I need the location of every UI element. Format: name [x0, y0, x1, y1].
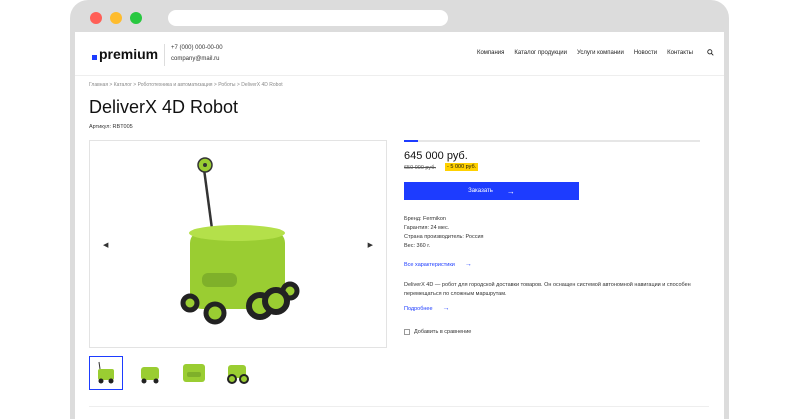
header-divider [164, 44, 165, 66]
address-bar[interactable] [168, 10, 448, 26]
nav-services[interactable]: Услуги компании [577, 50, 624, 56]
search-icon[interactable] [707, 49, 714, 56]
thumbnail[interactable] [221, 356, 255, 390]
checkbox-icon[interactable] [404, 329, 410, 335]
arrow-right-icon: → [442, 305, 450, 312]
thumbnail-strip [89, 356, 255, 390]
close-dot[interactable] [90, 12, 102, 24]
logo-text: premium [99, 46, 159, 62]
all-specs-link[interactable]: Все характеристики → [404, 261, 472, 268]
gallery-next-icon[interactable]: ▶ [368, 241, 373, 249]
logo-mark-icon [92, 54, 97, 60]
minimize-dot[interactable] [110, 12, 122, 24]
price: 645 000 руб. [404, 150, 468, 162]
robot-thumb-image [141, 367, 159, 384]
page-title: DeliverX 4D Robot [89, 97, 239, 117]
more-label: Подробнее [404, 305, 433, 312]
nav-contacts[interactable]: Контакты [667, 50, 693, 56]
window-controls [90, 12, 142, 24]
spec-brand: Бренд: Fermikon [404, 216, 446, 222]
header-contacts: +7 (000) 000-00-00 company@mail.ru [171, 43, 223, 65]
nav-catalog[interactable]: Каталог продукции [514, 50, 567, 56]
robot-image [180, 157, 300, 325]
breadcrumb[interactable]: Главная > Каталог > Робототехника и авто… [89, 82, 283, 88]
product-gallery: ◀ ▶ [89, 140, 387, 348]
email[interactable]: company@mail.ru [171, 54, 223, 65]
spec-warranty: Гарантия: 24 мес. [404, 225, 450, 231]
arrow-right-icon: → [464, 261, 472, 268]
nav-company[interactable]: Компания [477, 50, 504, 56]
compare-label: Добавить в сравнение [414, 329, 472, 335]
spec-weight: Вес: 360 г. [404, 243, 431, 249]
all-specs-label: Все характеристики [404, 261, 455, 268]
more-link[interactable]: Подробнее → [404, 305, 450, 312]
maximize-dot[interactable] [130, 12, 142, 24]
main-nav: Компания Каталог продукции Услуги компан… [467, 49, 714, 56]
arrow-right-icon: → [506, 186, 515, 196]
thumbnail[interactable] [133, 356, 167, 390]
browser-window: premium +7 (000) 000-00-00 company@mail.… [70, 0, 729, 419]
panel-top-bar [404, 140, 700, 142]
site-header: premium +7 (000) 000-00-00 company@mail.… [75, 32, 724, 76]
old-price: 650 000 руб. [404, 165, 436, 171]
nav-news[interactable]: Новости [634, 50, 657, 56]
product-description: DeliverX 4D — робот для городской достав… [404, 282, 691, 297]
order-button[interactable]: Заказать → [404, 182, 579, 200]
gallery-prev-icon[interactable]: ◀ [103, 241, 108, 249]
thumbnail[interactable] [89, 356, 123, 390]
phone[interactable]: +7 (000) 000-00-00 [171, 43, 223, 54]
robot-thumb-image [227, 365, 249, 384]
web-page: premium +7 (000) 000-00-00 company@mail.… [75, 32, 724, 419]
spec-country: Страна производитель: Россия [404, 234, 484, 240]
robot-thumb-image [183, 364, 205, 382]
thumbnail[interactable] [177, 356, 211, 390]
logo[interactable]: premium [92, 46, 158, 62]
section-divider [89, 406, 709, 407]
discount-badge: - 5 000 руб. [445, 163, 479, 171]
robot-thumb-image [98, 361, 114, 384]
compare-checkbox[interactable]: Добавить в сравнение [404, 329, 471, 335]
order-label: Заказать [468, 188, 493, 194]
product-sku: Артикул: RBT005 [89, 124, 133, 130]
spec-list: Бренд: Fermikon Гарантия: 24 мес. Страна… [404, 215, 484, 251]
